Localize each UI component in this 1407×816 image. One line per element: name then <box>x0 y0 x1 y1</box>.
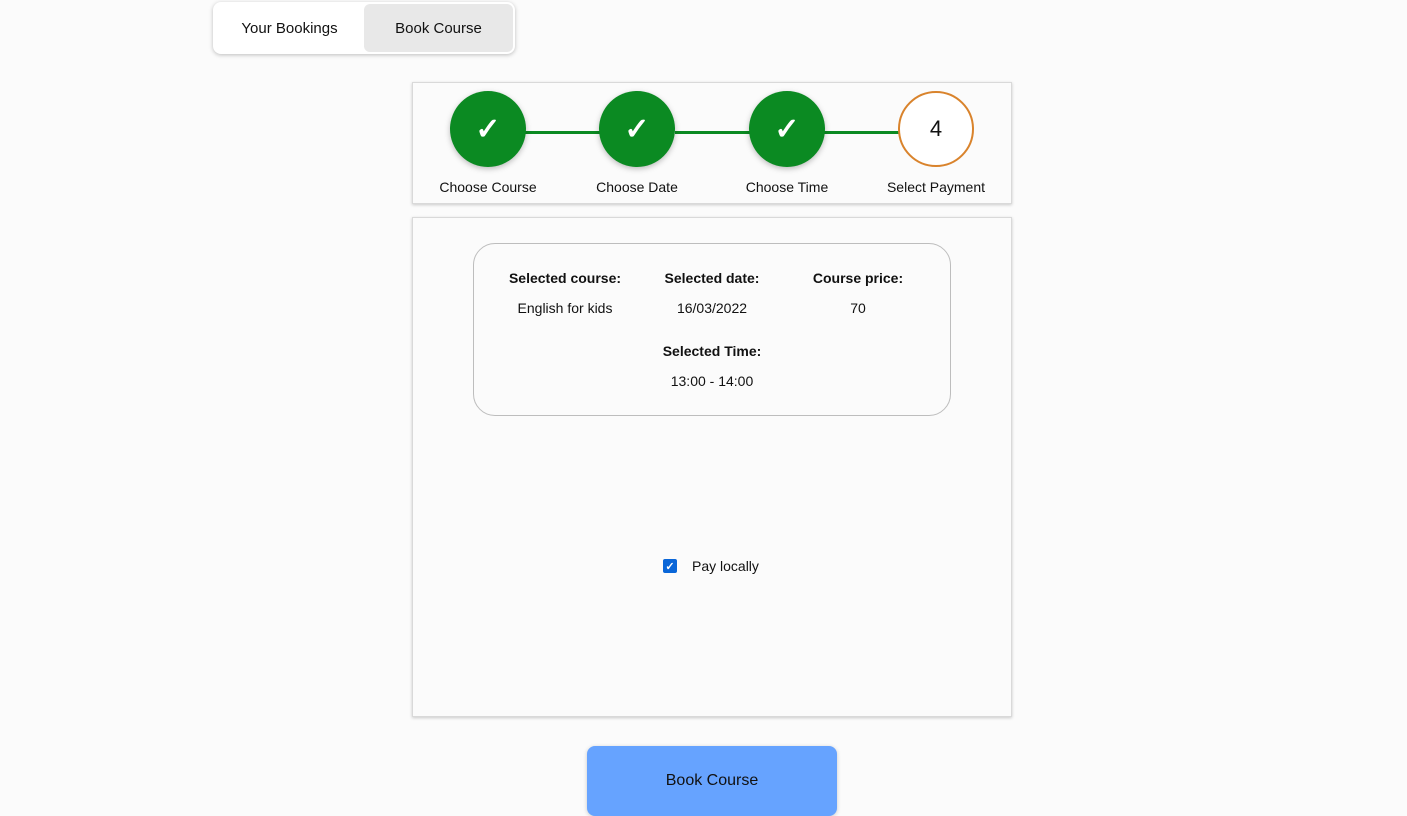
field-value: 16/03/2022 <box>676 300 748 316</box>
step-choose-course[interactable]: ✓ Choose Course <box>423 91 553 195</box>
tab-bar: Your Bookings Book Course <box>213 2 515 54</box>
selected-date: Selected date: 16/03/2022 <box>632 270 792 316</box>
step-number: 4 <box>898 91 974 167</box>
pay-locally-option[interactable]: ✓ Pay locally <box>663 558 759 574</box>
payment-panel: Selected course: English for kids Select… <box>412 217 1012 717</box>
checkmark-icon: ✓ <box>599 91 675 167</box>
field-label: Selected course: <box>508 270 622 286</box>
checkmark-icon: ✓ <box>450 91 526 167</box>
field-label: Selected Time: <box>662 343 762 359</box>
booking-summary-card: Selected course: English for kids Select… <box>473 243 951 416</box>
tab-book-course[interactable]: Book Course <box>364 4 513 52</box>
checkmark-icon: ✓ <box>749 91 825 167</box>
progress-stepper: ✓ Choose Course ✓ Choose Date ✓ Choose T… <box>412 82 1012 204</box>
selected-course: Selected course: English for kids <box>485 270 645 316</box>
field-value: English for kids <box>517 300 613 316</box>
step-choose-time[interactable]: ✓ Choose Time <box>722 91 852 195</box>
field-label: Selected date: <box>664 270 760 286</box>
step-label: Choose Course <box>439 179 537 195</box>
course-price: Course price: 70 <box>778 270 938 316</box>
field-label: Course price: <box>812 270 904 286</box>
step-select-payment[interactable]: 4 Select Payment <box>871 91 1001 195</box>
pay-locally-label: Pay locally <box>692 558 759 574</box>
selected-time: Selected Time: 13:00 - 14:00 <box>632 343 792 389</box>
field-value: 70 <box>850 300 866 316</box>
step-label: Choose Time <box>745 179 829 195</box>
pay-locally-checkbox[interactable]: ✓ <box>663 559 677 573</box>
tab-your-bookings[interactable]: Your Bookings <box>215 4 364 52</box>
step-label: Select Payment <box>886 179 986 195</box>
field-value: 13:00 - 14:00 <box>670 373 754 389</box>
book-course-button[interactable]: Book Course <box>587 746 837 816</box>
step-choose-date[interactable]: ✓ Choose Date <box>572 91 702 195</box>
step-label: Choose Date <box>596 179 678 195</box>
